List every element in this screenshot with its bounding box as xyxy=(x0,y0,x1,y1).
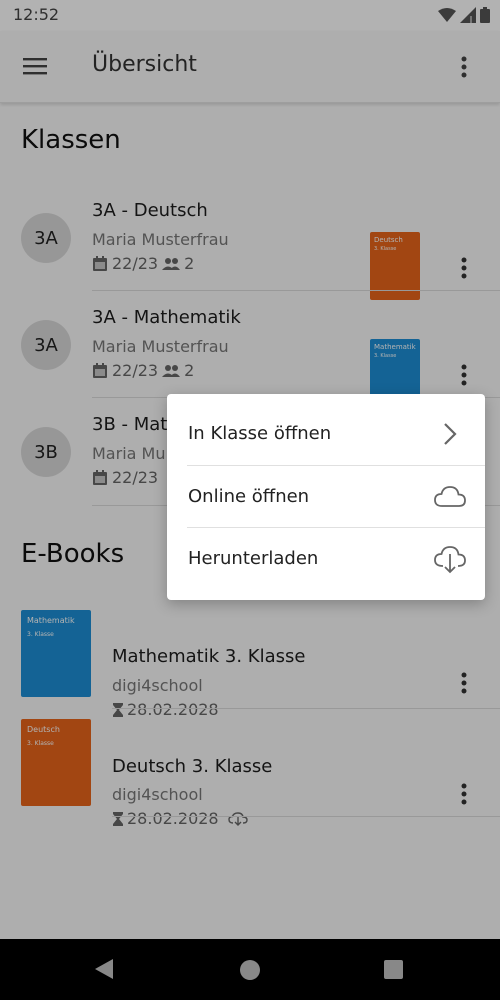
recent-apps-icon[interactable] xyxy=(384,960,403,979)
menu-item-label: Herunterladen xyxy=(188,548,319,569)
chevron-right-icon xyxy=(444,423,457,445)
menu-item-open-online[interactable]: Online öffnen xyxy=(167,466,485,528)
back-icon[interactable] xyxy=(94,958,114,980)
home-icon[interactable] xyxy=(240,960,260,980)
popup-menu: In Klasse öffnen Online öffnen Herunterl… xyxy=(167,394,485,600)
menu-item-label: Online öffnen xyxy=(188,486,310,507)
menu-item-open-in-class[interactable]: In Klasse öffnen xyxy=(167,403,485,465)
cloud-icon xyxy=(434,486,466,507)
menu-item-label: In Klasse öffnen xyxy=(188,423,332,444)
menu-item-download[interactable]: Herunterladen xyxy=(167,528,485,590)
cloud-download-icon xyxy=(434,546,466,574)
